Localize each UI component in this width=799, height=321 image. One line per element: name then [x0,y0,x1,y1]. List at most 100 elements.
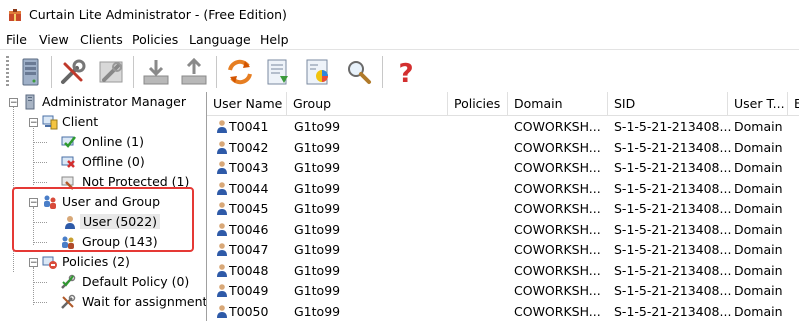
user-icon [217,263,227,277]
user-icon [217,161,227,174]
table-cell: S-1-5-21-213408... [614,283,732,298]
menu-view[interactable]: View [39,32,69,47]
collapse-icon[interactable]: − [9,98,18,108]
tree-label: Client [62,114,99,129]
table-row[interactable]: T0047 G1to99 COWORKSH... S-1-5-21-213408...… [207,239,799,260]
tools-icon[interactable] [57,56,89,88]
settings-icon[interactable] [95,56,127,88]
user-list-view: User Name Group Policies Domain SID User… [207,92,799,321]
column-header-domain[interactable]: Domain [508,92,608,115]
user-icon [217,120,227,133]
menu-clients[interactable]: Clients [80,32,123,47]
table-cell: S-1-5-21-213408... [614,242,732,257]
table-cell: Domain [734,119,783,134]
tree-item-offline[interactable]: Offline (0) [0,152,206,172]
table-cell: COWORKSH... [514,201,601,216]
column-header-policies[interactable]: Policies [448,92,508,115]
table-cell: COWORKSH... [514,139,601,155]
table-cell: COWORKSH... [514,262,601,278]
table-cell: Domain [734,303,783,319]
column-header-extra[interactable]: E [788,92,799,115]
title-bar: Curtain Lite Administrator - (Free Editi… [0,0,799,30]
online-icon [61,136,76,148]
column-header-group[interactable]: Group [287,92,448,115]
refresh-icon[interactable] [224,56,256,88]
document-icon[interactable] [262,56,294,88]
user-icon [217,284,227,297]
table-cell: Domain [734,160,783,175]
toolbar-separator [51,56,52,88]
tree-label: Administrator Manager [42,94,186,109]
export-icon[interactable] [178,56,210,88]
table-cell: G1to99 [294,283,341,298]
import-icon[interactable] [140,56,172,88]
table-row[interactable]: T0043 G1to99 COWORKSH... S-1-5-21-213408...… [207,157,799,178]
user-icon [217,181,227,195]
table-cell: COWORKSH... [514,119,601,134]
menu-help[interactable]: Help [260,32,289,47]
table-row[interactable]: T0042 G1to99 COWORKSH... S-1-5-21-213408...… [207,137,799,158]
tree-label: Policies (2) [62,254,130,269]
default-policy-icon [61,274,76,289]
table-cell: T0041 [229,119,269,134]
table-cell: T0043 [229,160,269,175]
collapse-icon[interactable]: − [29,118,38,128]
tree-item-client[interactable]: − Client [0,112,206,132]
tree-label: Wait for assignment [82,294,207,309]
table-cell: T0050 [229,303,269,319]
table-cell: G1to99 [294,160,341,175]
table-row[interactable]: T0046 G1to99 COWORKSH... S-1-5-21-213408...… [207,219,799,240]
tree-item-online[interactable]: Online (1) [0,132,206,152]
policies-icon [42,256,57,269]
toolbar-grip[interactable] [6,56,9,88]
table-cell: G1to99 [294,221,341,237]
toolbar-separator [216,56,217,88]
table-row[interactable]: T0045 G1to99 COWORKSH... S-1-5-21-213408...… [207,198,799,219]
table-cell: G1to99 [294,180,341,196]
search-icon[interactable] [343,56,375,88]
table-cell: T0047 [229,242,269,257]
column-header-sid[interactable]: SID [608,92,728,115]
table-cell: T0049 [229,283,269,298]
tree-label: Default Policy (0) [82,274,190,289]
menu-policies[interactable]: Policies [132,32,178,47]
table-cell: G1to99 [294,303,341,319]
tree-item-default-policy[interactable]: Default Policy (0) [0,272,206,292]
table-row[interactable]: T0050 G1to99 COWORKSH... S-1-5-21-213408...… [207,301,799,321]
app-icon [9,9,21,21]
user-icon [217,140,227,154]
table-row[interactable]: T0049 G1to99 COWORKSH... S-1-5-21-213408...… [207,280,799,301]
column-header-user-name[interactable]: User Name [207,92,287,115]
tree-label: Online (1) [82,134,144,149]
table-cell: T0042 [229,139,269,155]
table-cell: S-1-5-21-213408... [614,139,732,155]
table-cell: COWORKSH... [514,242,601,257]
table-cell: T0045 [229,201,269,216]
table-cell: T0044 [229,180,269,196]
table-cell: Domain [734,221,783,237]
toolbar-separator [133,56,134,88]
table-row[interactable]: T0041 G1to99 COWORKSH... S-1-5-21-213408...… [207,116,799,137]
menu-language[interactable]: Language [189,32,251,47]
tree-item-wait-for-assignment[interactable]: Wait for assignment [0,292,206,312]
table-cell: Domain [734,262,783,278]
column-header-user-type[interactable]: User T... [728,92,788,115]
table-cell: G1to99 [294,201,341,216]
tree-label: Offline (0) [82,154,145,169]
server-icon[interactable] [14,56,46,88]
user-icon [217,222,227,236]
report-icon[interactable] [302,56,334,88]
collapse-icon[interactable]: − [29,258,38,268]
table-row[interactable]: T0044 G1to99 COWORKSH... S-1-5-21-213408...… [207,178,799,199]
highlight-box [12,187,194,252]
table-cell: S-1-5-21-213408... [614,262,732,278]
table-cell: G1to99 [294,139,341,155]
tree-item-administrator-manager[interactable]: − Administrator Manager [0,92,206,112]
table-cell: COWORKSH... [514,283,601,298]
user-icon [217,202,227,215]
table-cell: G1to99 [294,119,341,134]
table-row[interactable]: T0048 G1to99 COWORKSH... S-1-5-21-213408...… [207,260,799,281]
menu-file[interactable]: File [6,32,27,47]
help-icon[interactable]: ? [390,56,422,88]
tree-item-policies[interactable]: − Policies (2) [0,252,206,272]
